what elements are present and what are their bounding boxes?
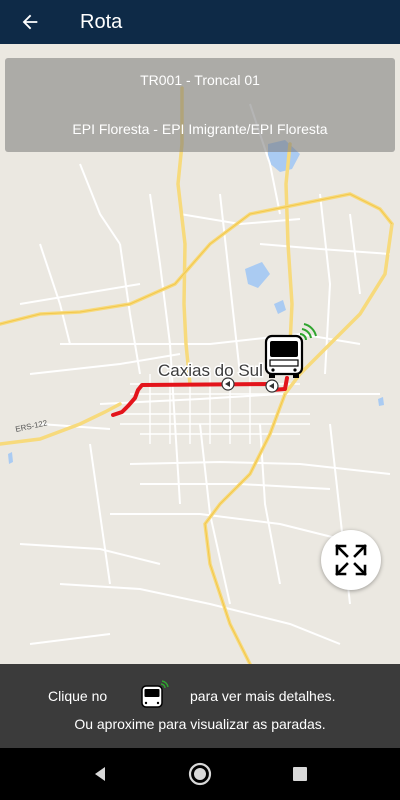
system-nav-bar xyxy=(0,748,400,800)
route-info-card: TR001 - Troncal 01 EPI Floresta - EPI Im… xyxy=(5,58,395,152)
page-title: Rota xyxy=(80,10,123,33)
info-panel: Clique no para ver mais detalhes. Ou apr… xyxy=(0,664,400,748)
nav-home-icon xyxy=(188,762,212,786)
fullscreen-button[interactable] xyxy=(321,530,381,590)
nav-home-button[interactable] xyxy=(186,760,214,788)
route-code: TR001 - Troncal 01 xyxy=(140,72,260,88)
arrow-left-icon xyxy=(22,14,38,30)
nav-back-icon xyxy=(95,767,105,781)
bus-stop-arrow-icon[interactable] xyxy=(265,379,279,393)
nav-recents-icon xyxy=(293,767,307,781)
app-bar: Rota xyxy=(0,0,400,44)
nav-recents-button[interactable] xyxy=(286,760,314,788)
city-label: Caxias do Sul xyxy=(158,361,263,380)
details-text: para ver mais detalhes. xyxy=(190,688,336,704)
nav-back-button[interactable] xyxy=(86,760,114,788)
click-text: Clique no xyxy=(48,688,108,704)
bus-live-icon xyxy=(141,680,169,708)
info-line-details: Clique no para ver mais detalhes. xyxy=(0,680,400,708)
route-screen: Rota ERS-122 Caxias do Sul TR001 - Tronc… xyxy=(0,0,400,800)
fullscreen-expand-icon xyxy=(335,544,367,576)
route-description: EPI Floresta - EPI Imigrante/EPI Florest… xyxy=(72,121,328,137)
back-button[interactable] xyxy=(0,0,60,44)
bus-stop-arrow-icon[interactable] xyxy=(221,377,235,391)
zoom-hint-text: Ou aproxime para visualizar as paradas. xyxy=(74,716,326,732)
